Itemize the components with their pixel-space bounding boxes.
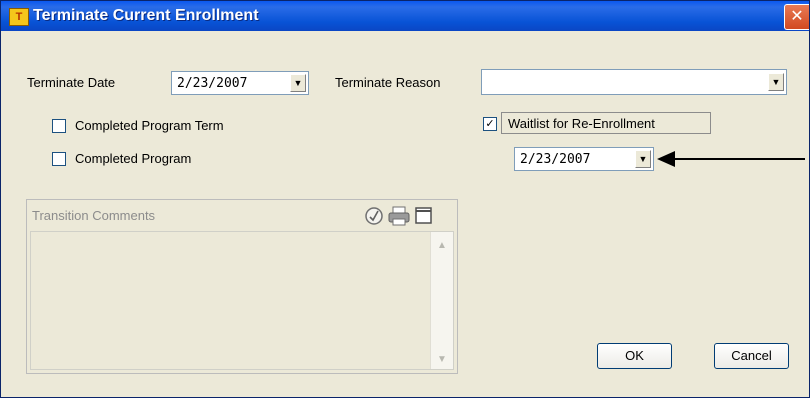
waitlist-date-value: 2/23/2007 (520, 152, 591, 167)
chevron-down-icon[interactable]: ▼ (768, 73, 784, 91)
scroll-up-icon[interactable]: ▲ (437, 240, 447, 251)
annotation-arrow-icon (657, 151, 805, 167)
waitlist-checkbox[interactable]: ✓ (483, 117, 497, 131)
waitlist-label[interactable]: Waitlist for Re-Enrollment (501, 112, 711, 134)
comments-scrollbar[interactable]: ▲ ▼ (430, 232, 453, 369)
chevron-down-icon[interactable]: ▼ (635, 150, 651, 168)
completed-program-checkbox[interactable] (52, 152, 66, 166)
ok-button[interactable]: OK (597, 343, 672, 369)
chevron-down-icon[interactable]: ▼ (290, 74, 306, 92)
terminate-reason-dropdown[interactable]: ▼ (481, 69, 787, 95)
close-button[interactable]: ✕ (784, 4, 809, 30)
terminate-reason-label: Terminate Reason (335, 75, 441, 90)
terminate-date-dropdown[interactable]: 2/23/2007 ▼ (171, 71, 309, 95)
transition-comments-title: Transition Comments (32, 208, 156, 223)
app-icon: T (9, 8, 29, 26)
print-icon[interactable] (388, 206, 410, 226)
waitlist-date-dropdown[interactable]: 2/23/2007 ▼ (514, 147, 654, 171)
expand-icon[interactable] (414, 206, 434, 226)
terminate-date-value: 2/23/2007 (177, 76, 248, 91)
completed-program-term-checkbox[interactable] (52, 119, 66, 133)
scroll-down-icon[interactable]: ▼ (437, 354, 447, 365)
transition-comments-panel: Transition Comments ▲ ▼ (26, 199, 458, 374)
panel-header: Transition Comments (28, 201, 456, 229)
transition-comments-textarea[interactable]: ▲ ▼ (30, 231, 454, 370)
window-title: Terminate Current Enrollment (33, 7, 259, 24)
terminate-enrollment-dialog: T Terminate Current Enrollment ✕ Termina… (0, 0, 810, 398)
cancel-button[interactable]: Cancel (714, 343, 789, 369)
completed-program-term-label[interactable]: Completed Program Term (75, 118, 224, 133)
terminate-date-label: Terminate Date (27, 75, 116, 90)
completed-program-label[interactable]: Completed Program (75, 151, 191, 166)
spellcheck-icon[interactable] (364, 206, 384, 226)
title-bar[interactable]: T Terminate Current Enrollment ✕ (1, 1, 809, 31)
